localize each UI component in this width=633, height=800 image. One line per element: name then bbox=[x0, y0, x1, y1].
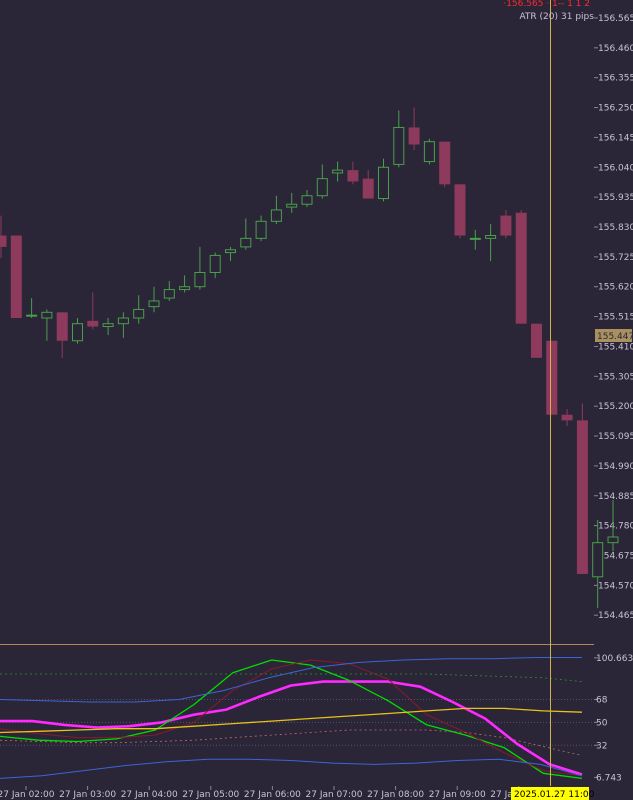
candle bbox=[576, 403, 588, 574]
time-tick-label: 27 Jan 05:00 bbox=[182, 790, 239, 800]
candle-body bbox=[607, 536, 619, 544]
price-chart[interactable]: 156.565 156.460 156.355 156.250 156.145 156.0… bbox=[0, 0, 633, 800]
time-tick-label: 27 Jan 03:00 bbox=[59, 790, 116, 800]
candle-body bbox=[546, 340, 558, 415]
candle-body bbox=[179, 286, 191, 291]
candle-body bbox=[576, 420, 588, 574]
candle-body bbox=[0, 235, 7, 247]
price-tick-label: 154.780 bbox=[598, 522, 633, 532]
candle-body bbox=[347, 170, 359, 182]
time-tick-label: 27 Jan 02:00 bbox=[0, 790, 55, 800]
candle-body bbox=[454, 184, 466, 236]
atr-label: ATR (20) bbox=[519, 12, 558, 22]
price-tick-label: 156.145 bbox=[598, 133, 633, 143]
candle-body bbox=[286, 203, 298, 208]
price-tick-label: 154.570 bbox=[598, 581, 633, 591]
price-tick-label: 155.620 bbox=[598, 283, 633, 293]
candle bbox=[439, 141, 451, 188]
price-tick-label: 155.305 bbox=[598, 372, 633, 382]
price-tick-label: 155.935 bbox=[598, 193, 633, 203]
indicator-tick-label: 32 bbox=[596, 741, 607, 751]
time-tick-label: 27 Jan 04:00 bbox=[121, 790, 178, 800]
candle-body bbox=[209, 254, 221, 273]
candle-body bbox=[163, 289, 175, 299]
indicator-tick-label: 68 bbox=[596, 695, 608, 705]
price-tick-label: 156.250 bbox=[598, 104, 633, 114]
candle bbox=[454, 184, 466, 239]
candle-body bbox=[72, 323, 83, 342]
chart-background bbox=[0, 0, 633, 800]
price-tick-label: 155.095 bbox=[598, 432, 633, 442]
candle-body bbox=[408, 127, 420, 145]
price-tick-label: 156.355 bbox=[598, 74, 633, 84]
price-tick-label: 154.990 bbox=[598, 462, 633, 472]
candle-body bbox=[133, 308, 145, 319]
price-tick-label: 154.675 bbox=[598, 551, 633, 561]
candle-body bbox=[102, 323, 114, 328]
price-tick-label: 156.460 bbox=[598, 44, 633, 54]
time-tick-label: 27 Jan 06:00 bbox=[244, 790, 301, 800]
candle-body bbox=[87, 320, 99, 327]
indicator-tick-label: 50 bbox=[596, 718, 608, 728]
price-tick-label: 155.515 bbox=[598, 313, 633, 323]
candle bbox=[10, 235, 22, 318]
indicator-tick-label: 100.6633 bbox=[596, 654, 633, 664]
candle-body bbox=[469, 237, 481, 240]
candle-body bbox=[561, 414, 573, 421]
candle-body bbox=[316, 178, 328, 197]
candle-body bbox=[378, 166, 389, 200]
candle-body bbox=[10, 235, 22, 318]
candle bbox=[515, 209, 527, 324]
time-tick-label: 27 Jan 09:00 bbox=[429, 790, 486, 800]
candle-body bbox=[194, 271, 206, 288]
price-tick-label: 154.885 bbox=[598, 492, 633, 502]
time-tick-label: 27 Jan 08:00 bbox=[367, 790, 424, 800]
time-tick-label: 27 Jan 07:00 bbox=[306, 790, 363, 800]
candle bbox=[423, 138, 435, 165]
candle-body bbox=[423, 141, 435, 163]
price-tick-label: 155.725 bbox=[598, 253, 633, 263]
candle-body bbox=[41, 311, 53, 319]
price-tick-label: 154.465 bbox=[598, 611, 633, 621]
price-tick-label: 156.565 bbox=[598, 14, 633, 24]
candle-body bbox=[26, 314, 38, 317]
candle-body bbox=[393, 126, 405, 165]
candle-body bbox=[531, 323, 542, 358]
candle-body bbox=[56, 312, 68, 341]
candle bbox=[531, 323, 542, 358]
candle-body bbox=[362, 178, 374, 199]
candle-body bbox=[515, 212, 527, 324]
candle-body bbox=[225, 249, 236, 254]
candle-body bbox=[240, 237, 252, 248]
atr-value: 31 pips bbox=[561, 12, 594, 22]
candle-body bbox=[270, 209, 282, 222]
candle-body bbox=[439, 141, 451, 185]
price-tick-label: 155.410 bbox=[598, 342, 633, 352]
price-tick-label: 155.200 bbox=[598, 402, 633, 412]
candle-body bbox=[148, 300, 160, 308]
header-top-values: ·156.565 · 1-- 1 1 2 bbox=[503, 0, 590, 9]
candle-body bbox=[255, 220, 267, 239]
candle-body bbox=[301, 195, 313, 205]
candle bbox=[546, 340, 558, 415]
candle-body bbox=[332, 169, 344, 174]
candle-body bbox=[117, 317, 129, 325]
price-tick-label: 155.830 bbox=[598, 223, 633, 233]
indicator-tick-label: 6.743 bbox=[596, 773, 622, 783]
crosshair-time-tag: 2025.01.27 11:00 bbox=[514, 790, 595, 800]
candle-body bbox=[500, 215, 512, 236]
candle-body bbox=[485, 235, 497, 239]
crosshair-price-tag: 155.447 bbox=[597, 332, 633, 342]
candle-body bbox=[592, 542, 604, 578]
price-tick-label: 156.040 bbox=[598, 163, 633, 173]
